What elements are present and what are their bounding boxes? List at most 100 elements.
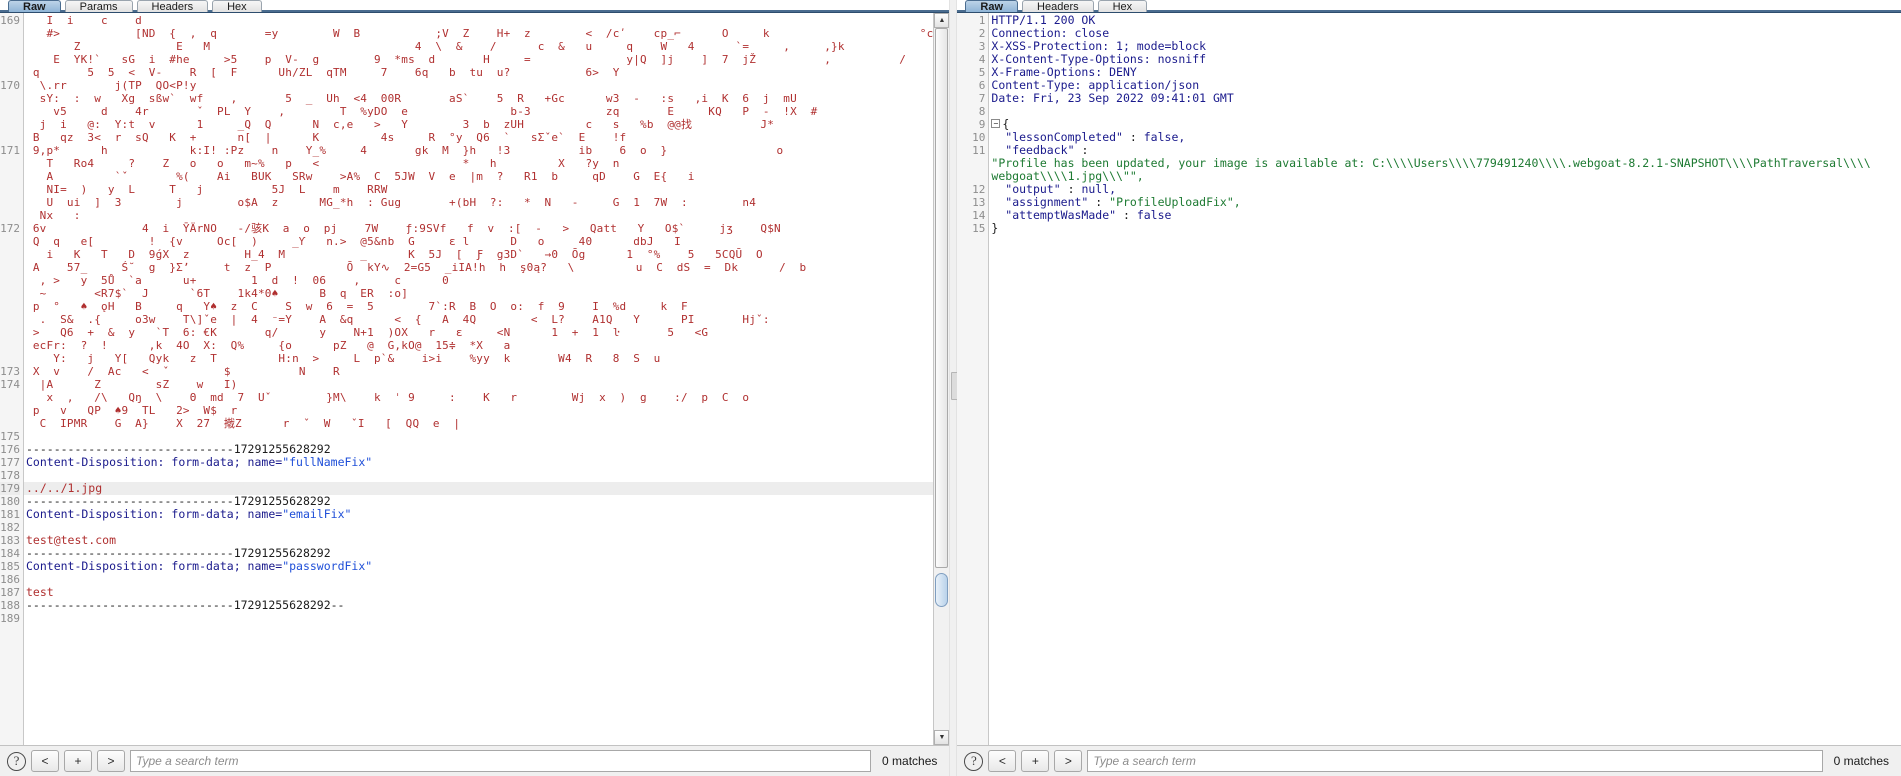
request-line-number	[0, 157, 20, 170]
response-line-number: 14	[972, 209, 986, 222]
request-line-number	[0, 131, 20, 144]
tab-request-headers-label: Headers	[151, 1, 194, 12]
request-line: > Q6 + & y `T 6: €K q/ y N+1 )OX r ε <N …	[26, 326, 709, 339]
request-search-input[interactable]: Type a search term	[130, 750, 872, 772]
code-fold-toggle[interactable]: −	[991, 119, 1001, 128]
request-line-number	[0, 53, 20, 66]
request-code-area[interactable]: I i c d #> [ND { , q =y W B ;V Z H+ z < …	[24, 13, 934, 745]
tab-response-hex[interactable]: Hex	[1097, 0, 1148, 12]
response-code-area[interactable]: HTTP/1.1 200 OK Connection: close X-XSS-Pr…	[989, 13, 1901, 745]
request-line-number: 178	[0, 469, 20, 482]
request-line: p v QP ♠9 TL 2> W$ r	[26, 404, 238, 417]
response-search-next-button[interactable]: >	[1054, 750, 1083, 772]
request-line: 9,p* h k:I! :Pz n Y_% 4 gk M }h !3 ib 6 …	[26, 144, 784, 157]
request-line-number: 179	[0, 482, 20, 495]
request-line-number: 175	[0, 430, 20, 443]
request-line: ~ <R7$` J `6T 1k4*0♠ B q ER :o]	[26, 287, 409, 300]
request-line: 6v 4 i ȲÄrNO -/骇K a o pj 7W ƒ:9SVf f v :…	[26, 222, 781, 235]
request-vertical-scrollbar[interactable]: ▲ ▼	[933, 13, 950, 745]
response-line: webgoat\\\\1.jpg\\\"",	[991, 169, 1144, 183]
request-line-number: 176	[0, 443, 20, 456]
request-line-number: 185	[0, 560, 20, 573]
response-line: HTTP/1.1 200 OK	[991, 13, 1096, 27]
request-line-number	[0, 27, 20, 40]
scroll-up-arrow-icon[interactable]: ▲	[934, 13, 950, 28]
response-line-number: 15	[972, 222, 986, 235]
tab-request-params[interactable]: Params	[64, 0, 133, 12]
response-tabstrip: Raw Headers Hex	[957, 0, 1901, 12]
response-search-add-button[interactable]: +	[1021, 750, 1050, 772]
request-line: ------------------------------1729125562…	[26, 598, 345, 612]
request-line-number	[0, 40, 20, 53]
request-search-bar: ? < + > Type a search term 0 matches	[0, 745, 950, 776]
request-line-number: 188	[0, 599, 20, 612]
request-line-number	[0, 170, 20, 183]
response-line	[989, 105, 1901, 118]
request-line-number: 173	[0, 365, 20, 378]
request-line: U ui ] 3 j o$A z MG_*h : Gug +(bH ?: * N…	[26, 196, 757, 209]
help-icon-label: ?	[13, 753, 20, 768]
request-line: . S& .{ o3w T\]ˇe | 4 ⁻=Y A &q < { A 4Q …	[26, 313, 770, 326]
request-search-prev-button[interactable]: <	[31, 750, 59, 772]
request-line: Content-Disposition: form-data; name="fu…	[26, 455, 373, 469]
request-scroll-thumb-upper[interactable]	[935, 28, 949, 568]
request-tabstrip: Raw Params Headers Hex	[0, 0, 950, 12]
request-line-number-gutter: 169 170 171 172 173 174 175 176 177 178 179 180 181 1…	[0, 13, 24, 745]
tab-response-raw[interactable]: Raw	[965, 0, 1019, 12]
response-line-number: 4	[978, 53, 986, 66]
request-scroll-track[interactable]	[934, 28, 949, 730]
response-line: }	[991, 221, 999, 235]
request-editor: 169 170 171 172 173 174 175 176 177 178 179 180 181 1…	[0, 12, 950, 745]
response-search-prev-button[interactable]: <	[988, 750, 1017, 772]
tab-response-headers[interactable]: Headers	[1022, 0, 1094, 12]
request-line-number: 174	[0, 378, 20, 391]
request-search-add-button[interactable]: +	[64, 750, 92, 772]
request-scroll-thumb[interactable]	[935, 573, 949, 607]
help-icon[interactable]: ?	[7, 751, 26, 771]
response-line-number: 9	[978, 118, 986, 131]
request-line: , > y 5Ů `a u+ 1 d ! 06 , c 0	[26, 274, 449, 287]
response-line-number: 7	[978, 92, 986, 105]
request-line-number: 171	[0, 144, 20, 157]
request-line	[24, 612, 933, 625]
response-search-input[interactable]: Type a search term	[1087, 750, 1823, 772]
request-line-number: 184	[0, 547, 20, 560]
request-match-count: 0 matches	[882, 754, 938, 768]
help-icon-label: ?	[971, 753, 977, 768]
request-line-number: 182	[0, 521, 20, 534]
response-line-number: 2	[978, 27, 986, 40]
request-line-number: 181	[0, 508, 20, 521]
response-line-number: 6	[978, 79, 986, 92]
request-line: Content-Disposition: form-data; name="pa…	[26, 559, 373, 573]
response-line-number-gutter: 1 2 3 4 5 6 7 8 9 10 11 12 13 14 15	[957, 13, 990, 745]
tab-request-hex[interactable]: Hex	[212, 0, 262, 12]
help-icon[interactable]: ?	[964, 751, 984, 771]
request-search-next-button[interactable]: >	[97, 750, 125, 772]
request-line-number	[0, 235, 20, 248]
response-line-number: 3	[978, 40, 986, 53]
scroll-down-arrow-icon[interactable]: ▼	[934, 730, 950, 745]
tab-request-hex-label: Hex	[227, 1, 247, 12]
response-line-number: 5	[978, 66, 986, 79]
response-line-number: 1	[978, 14, 986, 27]
response-line-number: 10	[972, 131, 986, 144]
response-line: Date: Fri, 23 Sep 2022 09:41:01 GMT	[991, 91, 1234, 105]
tab-request-params-label: Params	[79, 1, 118, 12]
request-line-number	[0, 313, 20, 326]
tab-request-raw-label: Raw	[23, 1, 46, 12]
response-match-count: 0 matches	[1833, 754, 1889, 768]
tab-request-raw[interactable]: Raw	[8, 0, 61, 12]
request-line-number	[0, 404, 20, 417]
request-line-number	[0, 92, 20, 105]
request-line: A `ˇ %( Ai BUK SRw >A% C 5JW V e |m ? R1…	[26, 170, 695, 183]
response-line-number: 8	[978, 105, 986, 118]
request-line: Content-Disposition: form-data; name="em…	[26, 507, 352, 521]
request-line-number	[0, 352, 20, 365]
panel-splitter[interactable]	[949, 0, 959, 776]
request-line-number	[0, 300, 20, 313]
request-line: p ° ♠ ǫH B q Y♠ z C S w 6 = 5 7`:R B O o…	[26, 300, 688, 313]
request-line-number	[0, 118, 20, 131]
request-line	[24, 469, 933, 482]
tab-request-headers[interactable]: Headers	[136, 0, 209, 12]
request-line	[24, 521, 933, 534]
